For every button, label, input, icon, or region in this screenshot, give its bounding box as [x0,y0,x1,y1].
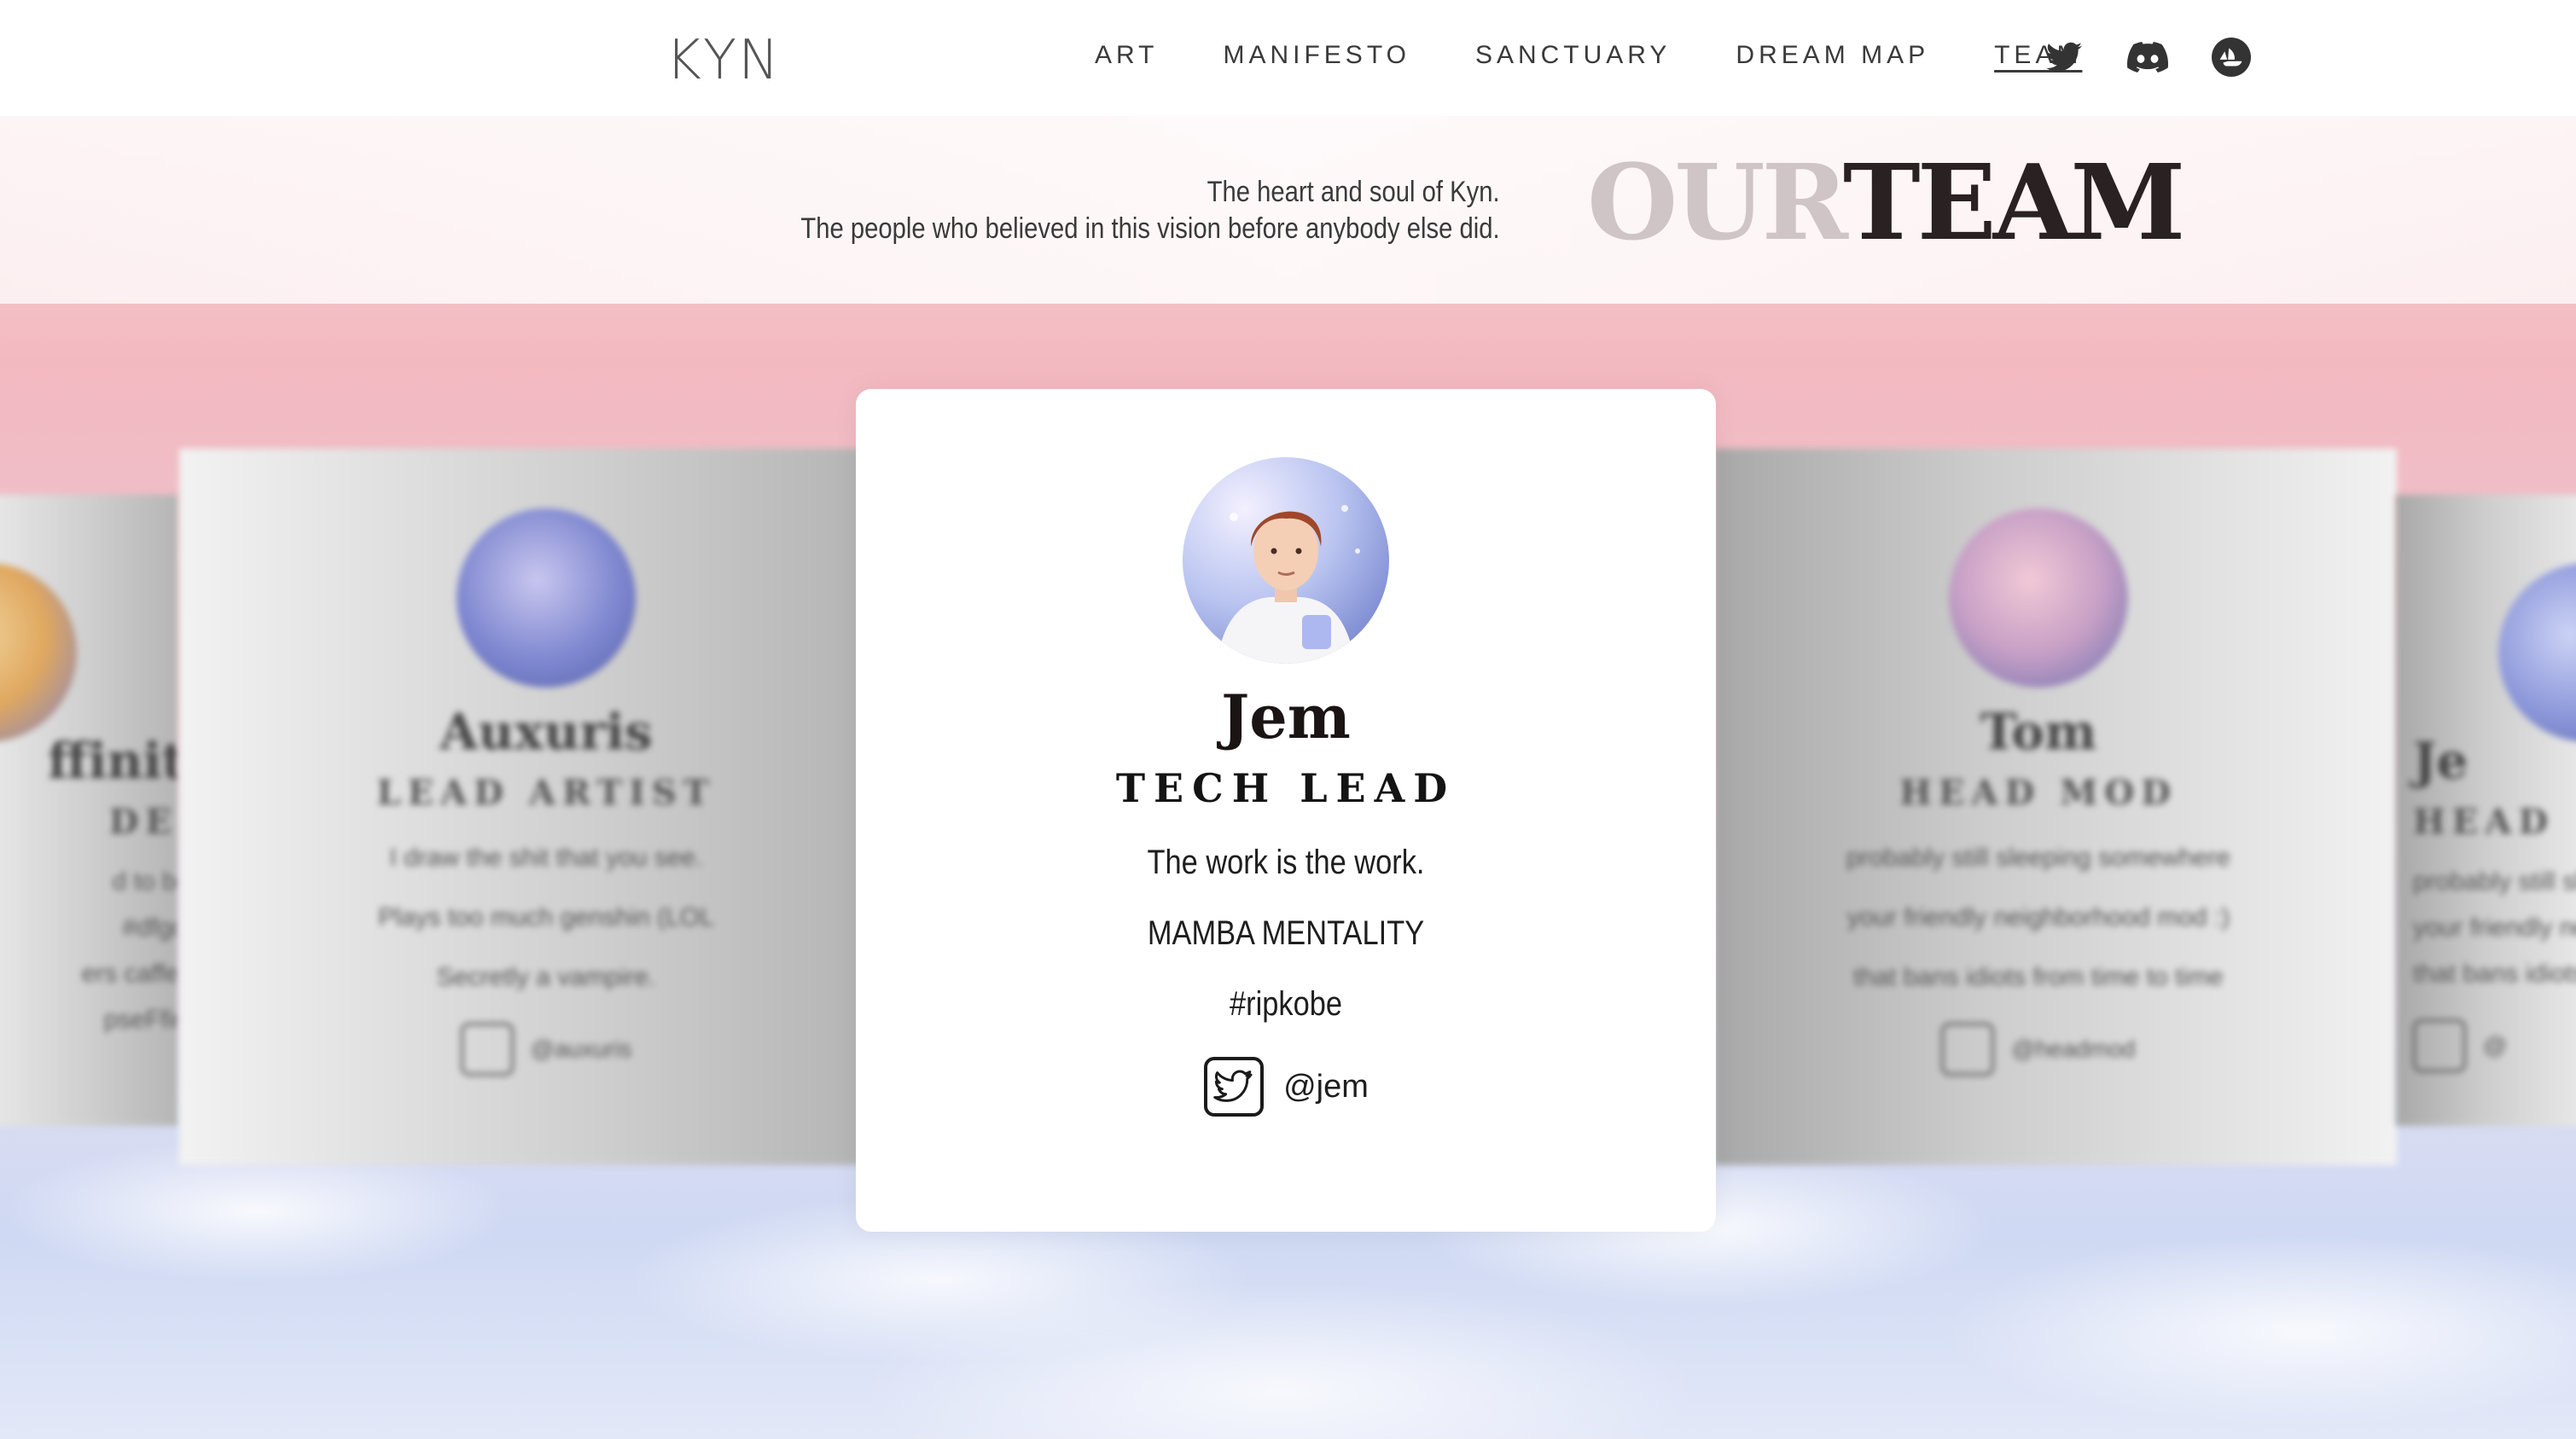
main-nav: ART MANIFESTO SANCTUARY DREAM MAP TEAM [1095,41,2082,70]
opensea-icon[interactable] [2211,37,2252,78]
twitter-icon[interactable] [2044,37,2085,78]
member-handle: @headmod [2011,1036,2136,1062]
member-handle: @jem [1283,1068,1369,1105]
member-bio-line: I draw the shit that you see. [389,844,703,872]
member-bio-line: ers caffeine [81,960,179,988]
team-carousel: ffinity DER d to be :) #dfgdes ers caffe… [0,304,2576,1242]
member-name: ffinity [47,732,179,790]
nav-link-dream-map[interactable]: DREAM MAP [1736,41,1929,70]
member-name: Tom [1980,703,2097,761]
member-bio-line: that bans idiots from time to time [1853,963,2224,991]
member-bio-line: #dfgdes [122,914,179,942]
member-bio-line: probably still sleeping somewhere [1846,844,2231,872]
member-role: HEAD MOD [1899,773,2178,813]
tagline-line-2: The people who believed in this vision b… [800,212,1500,245]
discord-icon[interactable] [2127,37,2168,78]
member-role: LEAD ARTIST [376,773,716,813]
member-bio-line: MAMBA MENTALITY [1147,914,1425,952]
avatar [2498,563,2576,742]
page-title-our: OUR [1587,141,1846,264]
twitter-icon [1941,1023,1995,1076]
member-role: DER [108,802,179,842]
site-logo[interactable]: KYN [666,29,781,92]
team-card-left-far[interactable]: ffinity DER d to be :) #dfgdes ers caffe… [0,495,179,1126]
member-bio-line: your friendly ne [2413,914,2576,942]
member-bio-line: your friendly neighborhood mod :) [1846,903,2230,931]
member-bio-line: Secretly a vampire. [436,963,656,991]
member-role: HEAD [2413,802,2556,842]
twitter-icon [460,1023,514,1076]
member-avatar [1183,457,1389,664]
tagline: The heart and soul of Kyn. The people wh… [801,174,1500,247]
nav-link-art[interactable]: ART [1095,41,1158,70]
member-handle: @auxuris [530,1036,632,1062]
page-title-team: TEAM [1842,141,2185,264]
social-links [2044,37,2252,78]
member-bio-line: pseFfinity [103,1006,179,1034]
twitter-icon [2413,1019,2466,1072]
team-card-left[interactable]: Auxuris LEAD ARTIST I draw the shit that… [179,449,862,1165]
member-role: TECH LEAD [1115,765,1457,811]
top-navigation-bar: KYN ART MANIFESTO SANCTUARY DREAM MAP TE… [0,0,2576,116]
team-card-active[interactable]: Jem TECH LEAD The work is the work. MAMB… [856,389,1716,1232]
team-card-right[interactable]: Tom HEAD MOD probably still sleeping som… [1714,449,2397,1165]
avatar [0,563,77,742]
nav-link-sanctuary[interactable]: SANCTUARY [1475,41,1671,70]
member-bio-line: probably still sl [2413,867,2576,896]
member-name: Jem [1221,682,1351,752]
avatar [1949,508,2128,688]
member-social[interactable]: @auxuris [179,1023,862,1076]
member-handle: @ [2483,1032,2508,1059]
member-name: Je [2413,732,2468,790]
member-bio-line: Plays too much genshin (LOL [378,903,714,931]
member-bio-line: d to be :) [112,867,179,896]
member-bio-line: #ripkobe [1230,985,1342,1023]
page-title: OURTEAM [1587,150,2185,254]
nav-link-manifesto[interactable]: MANIFESTO [1223,41,1410,70]
team-title-band: The heart and soul of Kyn. The people wh… [0,116,2576,304]
member-name: Auxuris [439,703,653,761]
tagline-line-1: The heart and soul of Kyn. [1207,176,1500,208]
member-social[interactable]: @jem [856,1056,1716,1117]
twitter-icon [1203,1056,1265,1117]
member-bio-line: The work is the work. [1147,844,1425,881]
team-card-right-far[interactable]: Je HEAD probably still sl your friendly … [2396,495,2576,1126]
member-social[interactable]: @headmod [1714,1023,2397,1076]
member-social[interactable]: @ [2413,1019,2576,1072]
avatar [456,508,636,688]
member-bio-line: that bans idiots f [2413,960,2576,988]
